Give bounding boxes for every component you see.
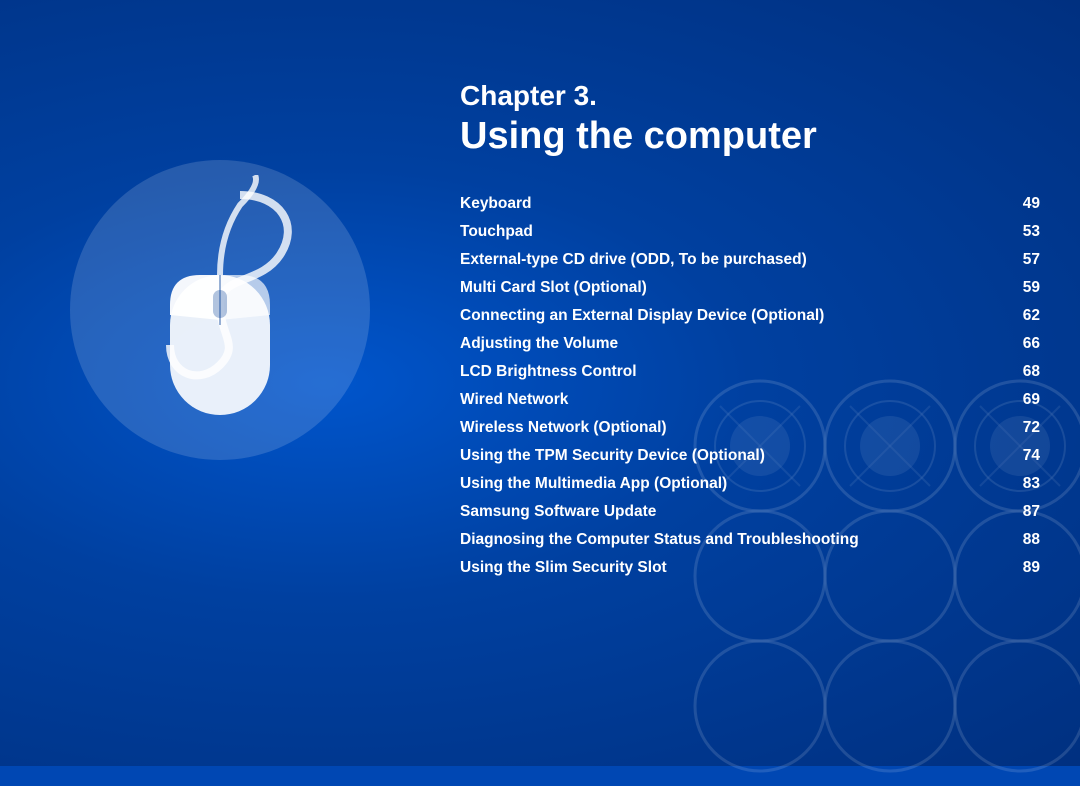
toc-item: LCD Brightness Control68 (460, 358, 1040, 386)
toc-item-label: Wireless Network (Optional) (460, 419, 1012, 437)
toc-item-page: 69 (1012, 391, 1040, 409)
toc-item-label: Connecting an External Display Device (O… (460, 307, 1012, 325)
toc-item-page: 66 (1012, 335, 1040, 353)
toc-list: Keyboard49Touchpad53External-type CD dri… (460, 190, 1040, 582)
toc-item: Diagnosing the Computer Status and Troub… (460, 526, 1040, 554)
toc-item-label: Adjusting the Volume (460, 335, 1012, 353)
content-area: Chapter 3. Using the computer Keyboard49… (460, 80, 1040, 726)
toc-item-page: 53 (1012, 223, 1040, 241)
toc-item-page: 62 (1012, 307, 1040, 325)
toc-item-label: Keyboard (460, 195, 1012, 213)
toc-item-page: 68 (1012, 363, 1040, 381)
toc-item: External-type CD drive (ODD, To be purch… (460, 246, 1040, 274)
toc-item-label: Diagnosing the Computer Status and Troub… (460, 531, 1012, 549)
mouse-illustration (60, 120, 380, 500)
toc-item-label: Using the Multimedia App (Optional) (460, 475, 1012, 493)
toc-item: Keyboard49 (460, 190, 1040, 218)
toc-item-label: External-type CD drive (ODD, To be purch… (460, 251, 1012, 269)
toc-item-label: LCD Brightness Control (460, 363, 1012, 381)
toc-item-page: 59 (1012, 279, 1040, 297)
toc-item: Adjusting the Volume66 (460, 330, 1040, 358)
toc-item-label: Multi Card Slot (Optional) (460, 279, 1012, 297)
toc-item-label: Using the Slim Security Slot (460, 559, 1012, 577)
toc-item-label: Touchpad (460, 223, 1012, 241)
toc-item-label: Samsung Software Update (460, 503, 1012, 521)
toc-item: Using the TPM Security Device (Optional)… (460, 442, 1040, 470)
toc-item-label: Using the TPM Security Device (Optional) (460, 447, 1012, 465)
toc-item-page: 88 (1012, 531, 1040, 549)
toc-item: Multi Card Slot (Optional)59 (460, 274, 1040, 302)
toc-item: Using the Slim Security Slot89 (460, 554, 1040, 582)
toc-item: Touchpad53 (460, 218, 1040, 246)
toc-item-page: 83 (1012, 475, 1040, 493)
toc-item: Using the Multimedia App (Optional)83 (460, 470, 1040, 498)
toc-item-page: 49 (1012, 195, 1040, 213)
toc-item-page: 72 (1012, 419, 1040, 437)
toc-item: Connecting an External Display Device (O… (460, 302, 1040, 330)
toc-item-page: 74 (1012, 447, 1040, 465)
toc-item-page: 89 (1012, 559, 1040, 577)
chapter-title: Using the computer (460, 116, 1040, 158)
toc-item-label: Wired Network (460, 391, 1012, 409)
toc-item: Wired Network69 (460, 386, 1040, 414)
toc-item-page: 87 (1012, 503, 1040, 521)
toc-item-page: 57 (1012, 251, 1040, 269)
toc-item: Wireless Network (Optional)72 (460, 414, 1040, 442)
chapter-label: Chapter 3. (460, 80, 1040, 112)
toc-item: Samsung Software Update87 (460, 498, 1040, 526)
